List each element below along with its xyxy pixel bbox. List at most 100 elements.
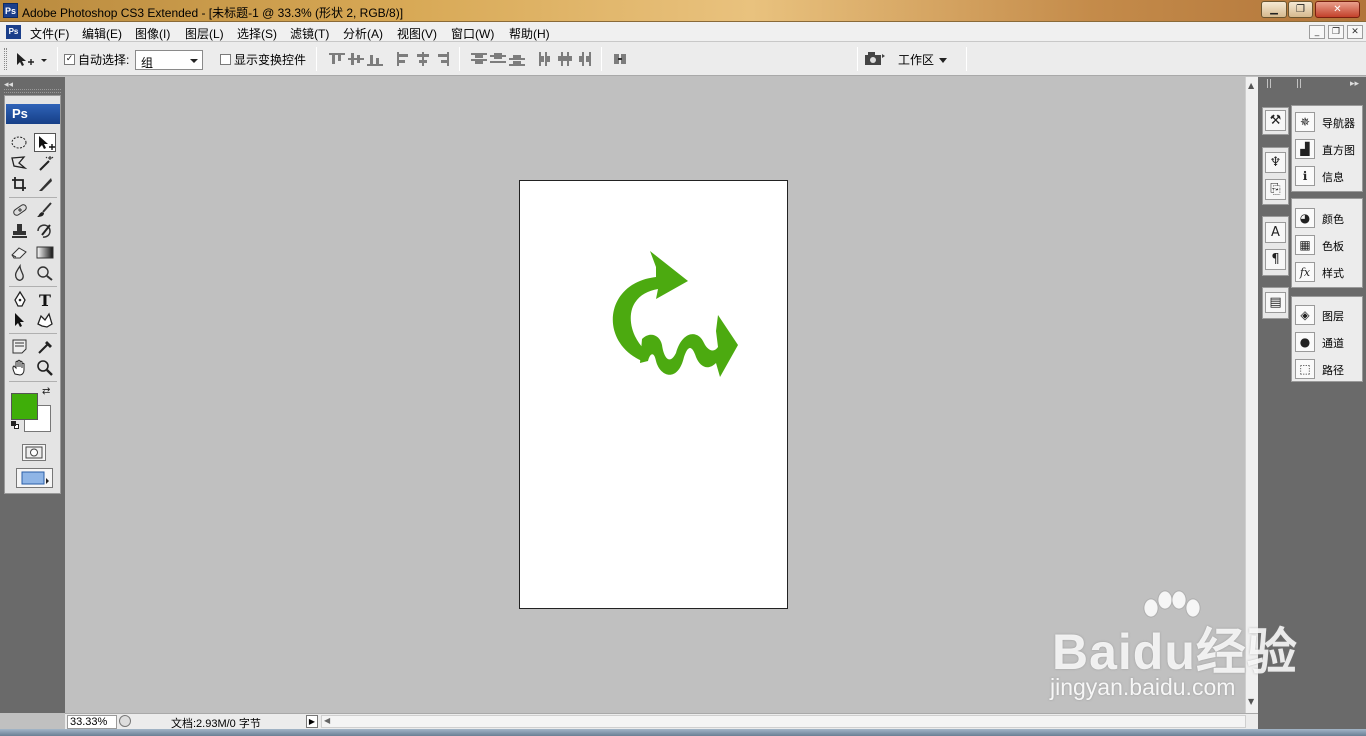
menu-file[interactable]: 文件(F) <box>30 25 69 42</box>
history-brush-icon <box>37 224 51 238</box>
distribute-bottom-icon[interactable] <box>509 52 525 66</box>
brushes-icon[interactable]: ♆ <box>1265 152 1286 173</box>
layer-comps-icon[interactable]: ▤ <box>1265 292 1286 313</box>
character-icon[interactable]: A <box>1265 222 1286 243</box>
auto-select-dropdown[interactable]: 组 <box>135 50 203 70</box>
slice-tool[interactable] <box>34 175 56 194</box>
document-canvas[interactable] <box>519 180 788 609</box>
align-vertical-center-icon[interactable] <box>348 52 364 66</box>
menu-window[interactable]: 窗口(W) <box>451 25 494 42</box>
type-tool[interactable]: T <box>34 290 56 309</box>
navigator-icon: ✵ <box>1295 112 1315 132</box>
doc-restore-button[interactable]: ❐ <box>1328 25 1344 39</box>
menu-edit[interactable]: 编辑(E) <box>82 25 122 42</box>
minimize-button[interactable]: ▁ <box>1261 1 1287 18</box>
align-right-icon[interactable] <box>434 52 450 66</box>
dodge-tool[interactable] <box>34 264 56 283</box>
distribute-top-icon[interactable] <box>471 52 487 66</box>
align-left-icon[interactable] <box>396 52 412 66</box>
path-selection-tool[interactable] <box>9 311 31 330</box>
polygonal-lasso-tool[interactable] <box>9 154 31 173</box>
workspace-button[interactable]: 工作区 <box>898 51 948 68</box>
bridge-button[interactable] <box>863 50 887 68</box>
zoom-tool[interactable] <box>34 358 56 377</box>
gradient-icon <box>36 246 54 259</box>
magic-wand-tool[interactable] <box>34 154 56 173</box>
crop-tool[interactable] <box>9 175 31 194</box>
panel-histogram[interactable]: ▟ 直方图 <box>1295 138 1361 160</box>
foreground-color-swatch[interactable] <box>11 393 38 420</box>
zoom-icon <box>37 360 53 376</box>
paragraph-icon[interactable]: ¶ <box>1265 249 1286 270</box>
menu-layer[interactable]: 图层(L) <box>185 25 224 42</box>
menu-filter[interactable]: 滤镜(T) <box>290 25 329 42</box>
toolbox-logo[interactable]: Ps <box>6 104 60 124</box>
panel-info[interactable]: ℹ 信息 <box>1295 165 1361 187</box>
healing-brush-tool[interactable] <box>9 201 31 220</box>
menu-view[interactable]: 视图(V) <box>397 25 437 42</box>
distribute-right-icon[interactable] <box>576 52 592 66</box>
eraser-tool[interactable] <box>9 243 31 262</box>
document-icon[interactable]: Ps <box>6 25 21 39</box>
align-horizontal-center-icon[interactable] <box>415 52 431 66</box>
screen-mode-button[interactable] <box>16 468 53 488</box>
panel-styles[interactable]: fx 样式 <box>1295 261 1361 283</box>
auto-select-checkbox[interactable]: ✓ <box>64 54 75 65</box>
distribute-left-icon[interactable] <box>538 52 554 66</box>
align-top-icon[interactable] <box>329 52 345 66</box>
brush-tool[interactable] <box>34 201 56 220</box>
panel-color[interactable]: ◕ 颜色 <box>1295 207 1361 229</box>
gradient-tool[interactable] <box>34 243 56 262</box>
horizontal-scrollbar[interactable]: ◀ <box>321 715 1246 728</box>
options-separator <box>57 47 58 71</box>
elliptical-marquee-tool[interactable] <box>9 133 31 152</box>
tool-preset-picker[interactable] <box>14 50 52 70</box>
move-tool[interactable] <box>34 133 56 152</box>
panel-paths[interactable]: ⬚ 路径 <box>1295 358 1361 380</box>
dock-grip-icon[interactable]: || <box>1266 79 1272 89</box>
align-bottom-icon[interactable] <box>367 52 383 66</box>
quick-mask-button[interactable] <box>22 444 46 461</box>
panel-channels[interactable]: ● 通道 <box>1295 331 1361 353</box>
auto-align-layers-icon[interactable] <box>612 52 628 66</box>
doc-close-button[interactable]: ✕ <box>1347 25 1363 39</box>
panel-label: 导航器 <box>1322 118 1355 130</box>
scroll-left-icon[interactable]: ◀ <box>324 716 330 725</box>
pen-tool[interactable] <box>9 290 31 309</box>
show-transform-checkbox[interactable] <box>220 54 231 65</box>
scroll-up-icon[interactable]: ▲ <box>1248 81 1254 90</box>
panel-swatches[interactable]: ▦ 色板 <box>1295 234 1361 256</box>
notes-tool[interactable] <box>9 337 31 356</box>
status-info-icon[interactable] <box>119 715 131 727</box>
clone-stamp-tool[interactable] <box>9 222 31 241</box>
zoom-field[interactable]: 33.33% <box>67 715 117 729</box>
custom-shape-tool[interactable] <box>34 311 56 330</box>
swap-colors-icon[interactable]: ⇄ <box>42 386 50 397</box>
clone-source-icon[interactable]: ⎘ <box>1265 179 1286 200</box>
doc-minimize-button[interactable]: _ <box>1309 25 1325 39</box>
menu-bar: Ps 文件(F) 编辑(E) 图像(I) 图层(L) 选择(S) 滤镜(T) 分… <box>0 22 1366 42</box>
panel-layers[interactable]: ◈ 图层 <box>1295 304 1361 326</box>
close-button[interactable]: ✕ <box>1315 1 1360 18</box>
expand-dock-icon[interactable]: ▸▸ <box>1350 79 1359 89</box>
options-grip[interactable] <box>4 48 7 70</box>
menu-image[interactable]: 图像(I) <box>135 25 170 42</box>
maximize-button[interactable]: ❐ <box>1288 1 1313 18</box>
history-brush-tool[interactable] <box>34 222 56 241</box>
status-menu-arrow-icon[interactable]: ▶ <box>306 715 318 728</box>
hand-tool[interactable] <box>9 358 31 377</box>
options-separator <box>966 47 967 71</box>
menu-select[interactable]: 选择(S) <box>237 25 277 42</box>
menu-analysis[interactable]: 分析(A) <box>343 25 383 42</box>
distribute-horizontal-center-icon[interactable] <box>557 52 573 66</box>
default-colors-icon[interactable] <box>11 421 19 429</box>
eyedropper-tool[interactable] <box>34 337 56 356</box>
menu-help[interactable]: 帮助(H) <box>509 25 550 42</box>
blur-tool[interactable] <box>9 264 31 283</box>
distribute-vertical-center-icon[interactable] <box>490 52 506 66</box>
panel-navigator[interactable]: ✵ 导航器 <box>1295 111 1361 133</box>
tool-presets-icon[interactable]: ⚒ <box>1265 110 1286 131</box>
dock-grip-icon[interactable]: || <box>1296 79 1302 89</box>
toolbox-grip[interactable] <box>4 89 61 93</box>
options-separator <box>459 47 460 71</box>
